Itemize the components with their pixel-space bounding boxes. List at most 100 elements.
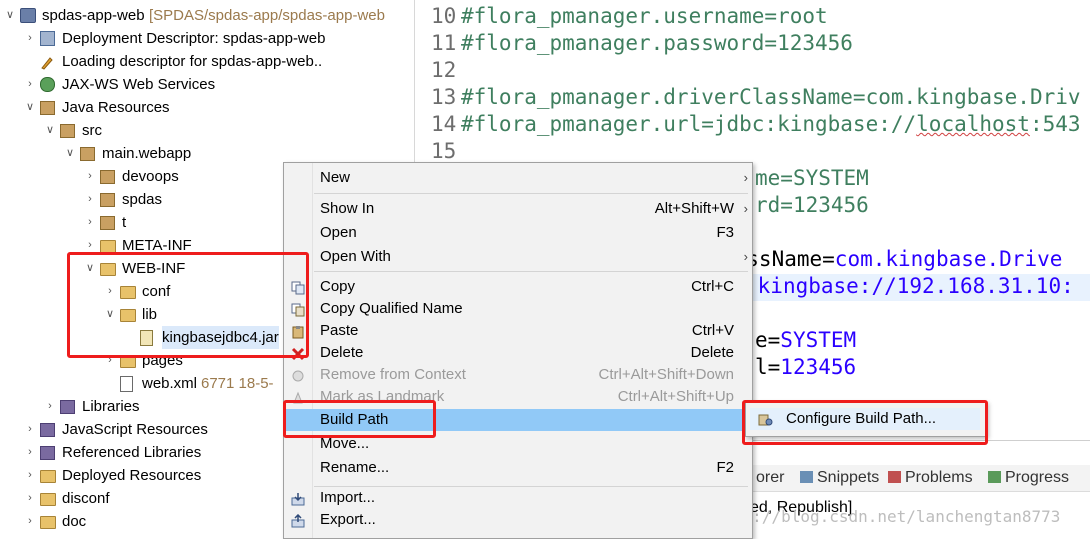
menu-item-new[interactable]: New ›: [284, 167, 752, 189]
source-folder-icon: [60, 124, 75, 138]
package-icon: [100, 193, 115, 207]
chevron-right-icon[interactable]: ›: [84, 165, 96, 188]
menu-item-import[interactable]: Import...: [284, 487, 752, 509]
chevron-right-icon[interactable]: ›: [24, 73, 36, 96]
chevron-down-icon[interactable]: ∨: [4, 4, 16, 27]
chevron-right-icon[interactable]: ›: [24, 441, 36, 464]
bottom-tab[interactable]: Progress: [988, 469, 1069, 487]
tree-item-label: JavaScript Resources: [62, 421, 208, 438]
submenu-arrow-icon: ›: [743, 201, 748, 216]
tree-item-label: devoops: [122, 168, 179, 185]
libraries-icon: [60, 400, 75, 414]
chevron-right-icon[interactable]: ›: [44, 395, 56, 418]
code-line-partial[interactable]: e=SYSTEM: [755, 328, 856, 352]
tree-item[interactable]: Loading descriptor for spdas-app-web..: [0, 50, 414, 73]
menu-item-delete[interactable]: Delete Delete: [284, 342, 752, 364]
tree-item[interactable]: ∨ src: [0, 119, 414, 142]
menu-item-show-in[interactable]: Show In Alt+Shift+W ›: [284, 198, 752, 220]
project-icon: [20, 8, 36, 23]
menu-item-label: New: [320, 169, 351, 186]
tree-item-label: doc: [62, 513, 87, 530]
tree-item-extra: [SPDAS/spdas-app/spdas-app-web: [149, 7, 385, 24]
bottom-tab-label: Problems: [905, 469, 973, 486]
tree-item-extra: 6771 18-5-: [201, 375, 274, 392]
code-line-partial[interactable]: me=SYSTEM: [755, 166, 869, 190]
callout-build-path: [283, 400, 436, 438]
property-value: SYSTEM: [792, 166, 869, 190]
code-line[interactable]: #flora_pmanager.url=jdbc:kingbase://loca…: [461, 112, 1081, 136]
problems-icon: [888, 471, 901, 483]
code-line[interactable]: #flora_pmanager.driverClassName=com.king…: [461, 85, 1081, 109]
chevron-down-icon[interactable]: ∨: [64, 142, 76, 165]
submenu-arrow-icon: ›: [743, 249, 748, 264]
menu-item-copy-qualified-name[interactable]: Copy Qualified Name: [284, 298, 752, 320]
xml-file-icon: [120, 376, 133, 392]
code-line[interactable]: #flora_pmanager.username=root: [461, 4, 828, 28]
bottom-tab[interactable]: Snippets: [800, 469, 879, 487]
line-number: 10: [431, 4, 457, 28]
import-icon: [291, 491, 306, 506]
tree-item-label: Loading descriptor for spdas-app-web..: [62, 53, 323, 70]
line-number: 11: [431, 31, 457, 55]
code-line-partial[interactable]: lassName=com.kingbase.Drive: [721, 247, 1062, 271]
chevron-down-icon[interactable]: ∨: [24, 96, 36, 119]
callout-configure-build-path: [742, 400, 988, 445]
chevron-right-icon[interactable]: ›: [24, 487, 36, 510]
menu-item-paste[interactable]: Paste Ctrl+V: [284, 320, 752, 342]
chevron-right-icon[interactable]: ›: [84, 211, 96, 234]
menu-item-label: Paste: [320, 322, 359, 339]
line-number: 12: [431, 58, 457, 82]
code-line[interactable]: #flora_pmanager.password=123456: [461, 31, 853, 55]
menu-item-label: Copy Qualified Name: [320, 300, 463, 317]
bottom-tab-label: orer: [756, 469, 785, 486]
menu-item-rename[interactable]: Rename... F2: [284, 457, 752, 479]
snippets-icon: [800, 471, 813, 483]
web-services-icon: [40, 77, 55, 92]
menu-item-shortcut: Alt+Shift+W: [654, 200, 734, 217]
chevron-right-icon[interactable]: ›: [84, 188, 96, 211]
chevron-right-icon[interactable]: ›: [24, 27, 36, 50]
package-icon: [100, 216, 115, 230]
menu-item-shortcut: Ctrl+C: [691, 278, 734, 295]
menu-item-remove-from-context: Remove from Context Ctrl+Alt+Shift+Down: [284, 364, 752, 386]
menu-item-open[interactable]: Open F3: [284, 222, 752, 244]
submenu-arrow-icon: ›: [743, 170, 748, 185]
tree-item-label: JAX-WS Web Services: [62, 76, 216, 93]
tree-item[interactable]: ∨ Java Resources: [0, 96, 414, 119]
watermark-text: https://blog.csdn.net/lanchengtan8773: [704, 507, 1061, 526]
code-line-partial[interactable]: rd=123456: [755, 193, 869, 217]
loading-icon: [40, 54, 54, 70]
menu-item-shortcut: Ctrl+Alt+Shift+Up: [617, 388, 734, 405]
bottom-tab[interactable]: Problems: [888, 469, 973, 487]
menu-item-export[interactable]: Export...: [284, 509, 752, 531]
bottom-tab-label: Snippets: [817, 469, 880, 486]
menu-item-shortcut: Delete: [690, 344, 734, 361]
tree-item-label: Libraries: [82, 398, 140, 415]
menu-item-shortcut: Ctrl+V: [691, 322, 734, 339]
code-line-partial[interactable]: l=123456: [755, 355, 856, 379]
chevron-right-icon[interactable]: ›: [24, 464, 36, 487]
java-resources-icon: [40, 101, 55, 115]
tree-item-label: Deployed Resources: [62, 467, 202, 484]
tree-item[interactable]: › Deployment Descriptor: spdas-app-web: [0, 27, 414, 50]
property-value: 123456: [792, 193, 869, 217]
tree-item-label: Deployment Descriptor: spdas-app-web: [62, 30, 326, 47]
chevron-right-icon[interactable]: ›: [24, 510, 36, 533]
tree-item[interactable]: ∨ spdas-app-web [SPDAS/spdas-app/spdas-app…: [0, 4, 414, 27]
code-line-partial[interactable]: :kingbase://192.168.31.10:: [745, 274, 1074, 298]
bottom-tab[interactable]: orer: [756, 469, 784, 487]
chevron-down-icon[interactable]: ∨: [44, 119, 56, 142]
menu-item-open-with[interactable]: Open With ›: [284, 246, 752, 268]
tree-item[interactable]: › JAX-WS Web Services: [0, 73, 414, 96]
property-value: com.kingbase.Drive: [834, 247, 1063, 271]
menu-item-label: Delete: [320, 344, 364, 361]
menu-item-label: Import...: [320, 489, 376, 506]
menu-item-copy[interactable]: Copy Ctrl+C: [284, 276, 752, 298]
chevron-right-icon[interactable]: ›: [24, 418, 36, 441]
tree-item-label: t: [122, 214, 127, 231]
tree-item-label: Java Resources: [62, 99, 170, 116]
deployed-resources-icon: [40, 470, 56, 483]
menu-separator: [314, 193, 748, 194]
menu-item-label: Open With: [320, 248, 391, 265]
tree-item-label: spdas: [122, 191, 163, 208]
